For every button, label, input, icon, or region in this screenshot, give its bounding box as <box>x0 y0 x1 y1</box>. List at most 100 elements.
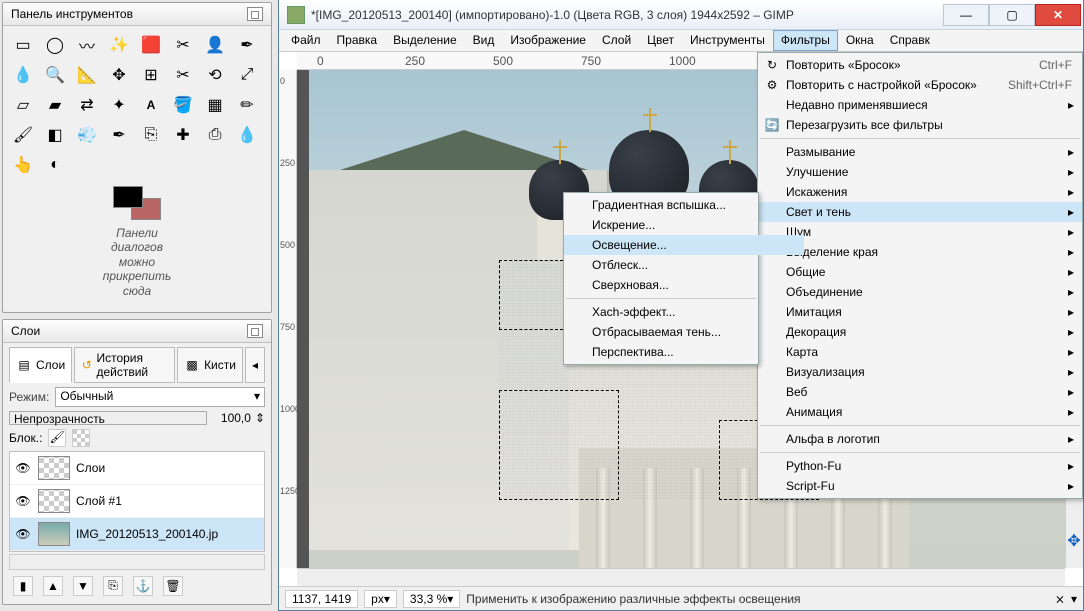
menu-file[interactable]: Файл <box>283 30 329 51</box>
mi-generic[interactable]: Общие▸ <box>758 262 1082 282</box>
mi-gradient-flare[interactable]: Градиентная вспышка... <box>564 195 758 215</box>
menu-image[interactable]: Изображение <box>502 30 594 51</box>
status-cancel-icon[interactable]: ⨯ <box>1055 592 1065 606</box>
mi-light-shadow[interactable]: Свет и тень▸ <box>758 202 1082 222</box>
tool-scissors[interactable]: ✂ <box>169 32 197 58</box>
mi-xach[interactable]: Xach-эффект... <box>564 302 804 322</box>
tool-by-color[interactable]: 🟥 <box>137 32 165 58</box>
mi-python-fu[interactable]: Python-Fu▸ <box>758 456 1082 476</box>
layer-up-button[interactable]: ▲ <box>43 576 63 596</box>
tool-perspective[interactable]: ▰ <box>41 92 69 118</box>
tool-flip[interactable]: ⇄ <box>73 92 101 118</box>
menu-help[interactable]: Справк <box>882 30 938 51</box>
tool-measure[interactable]: 📐 <box>73 62 101 88</box>
eye-icon[interactable]: 👁 <box>14 494 32 508</box>
tool-airbrush[interactable]: 💨 <box>73 122 101 148</box>
tool-scale[interactable]: ⤢ <box>233 62 261 88</box>
titlebar[interactable]: *[IMG_20120513_200140] (импортировано)-1… <box>279 0 1083 30</box>
detach-icon[interactable] <box>247 7 263 21</box>
tool-blur[interactable]: 💧 <box>233 122 261 148</box>
mi-drop-shadow[interactable]: Отбрасываемая тень... <box>564 322 804 342</box>
mi-supernova[interactable]: Сверхновая... <box>564 275 804 295</box>
mi-map[interactable]: Карта▸ <box>758 342 1082 362</box>
detach-icon[interactable] <box>247 324 263 338</box>
menu-windows[interactable]: Окна <box>838 30 882 51</box>
tool-heal[interactable]: ✚ <box>169 122 197 148</box>
opacity-spinner[interactable]: ⇕ <box>255 411 265 425</box>
eye-icon[interactable]: 👁 <box>14 461 32 475</box>
mi-lighting[interactable]: Освещение... <box>564 235 804 255</box>
tool-dodge[interactable]: ◐ <box>41 152 69 178</box>
menu-colors[interactable]: Цвет <box>639 30 682 51</box>
mi-sparkle[interactable]: Искрение... <box>564 215 804 235</box>
tab-menu[interactable]: ◂ <box>245 347 265 383</box>
tool-free-select[interactable]: 〰 <box>73 32 101 58</box>
mi-animation[interactable]: Анимация▸ <box>758 402 1082 422</box>
lock-pixels-icon[interactable]: 🖌 <box>48 429 66 447</box>
layer-hscroll[interactable] <box>9 554 265 570</box>
tool-paintbrush[interactable]: 🖌 <box>9 122 37 148</box>
mi-lens-flare[interactable]: Отблеск... <box>564 255 804 275</box>
ruler-vertical[interactable]: 0 250 500 750 1000 1250 <box>279 70 297 568</box>
mi-reset[interactable]: 🔄Перезагрузить все фильтры <box>758 115 1082 135</box>
mi-perspective-shadow[interactable]: Перспектива... <box>564 342 804 362</box>
horizontal-scrollbar[interactable] <box>297 568 1065 586</box>
nav-icon[interactable]: ✥ <box>1065 532 1083 550</box>
menu-view[interactable]: Вид <box>465 30 503 51</box>
menu-select[interactable]: Выделение <box>385 30 465 51</box>
tool-blend[interactable]: ▦ <box>201 92 229 118</box>
tool-ink[interactable]: ✒ <box>105 122 133 148</box>
layer-item[interactable]: 👁 Слои <box>10 452 264 485</box>
mi-recent[interactable]: Недавно применявшиеся▸ <box>758 95 1082 115</box>
tab-layers[interactable]: ▤Слои <box>9 347 72 383</box>
tool-paths[interactable]: ✒ <box>233 32 261 58</box>
layer-down-button[interactable]: ▼ <box>73 576 93 596</box>
status-zoom[interactable]: 33,3 % ▾ <box>403 590 460 608</box>
layer-duplicate-button[interactable]: ⎘ <box>103 576 123 596</box>
tool-eraser[interactable]: ◧ <box>41 122 69 148</box>
layer-item[interactable]: 👁 Слой #1 <box>10 485 264 518</box>
tool-cage[interactable]: ✦ <box>105 92 133 118</box>
close-button[interactable]: ✕ <box>1035 4 1081 26</box>
mi-script-fu[interactable]: Script-Fu▸ <box>758 476 1082 496</box>
tool-shear[interactable]: ▱ <box>9 92 37 118</box>
tool-smudge[interactable]: 👆 <box>9 152 37 178</box>
menu-layer[interactable]: Слой <box>594 30 639 51</box>
mi-enhance[interactable]: Улучшение▸ <box>758 162 1082 182</box>
status-unit[interactable]: px ▾ <box>364 590 397 608</box>
tool-fuzzy-select[interactable]: ✨ <box>105 32 133 58</box>
layer-item[interactable]: 👁 IMG_20120513_200140.jp <box>10 518 264 551</box>
menu-edit[interactable]: Правка <box>329 30 386 51</box>
mi-distort[interactable]: Искажения▸ <box>758 182 1082 202</box>
layer-anchor-button[interactable]: ⚓ <box>133 576 153 596</box>
mi-repeat[interactable]: ↻Повторить «Бросок»Ctrl+F <box>758 55 1082 75</box>
tool-ellipse-select[interactable]: ◯ <box>41 32 69 58</box>
tab-history[interactable]: ↺История действий <box>74 347 175 383</box>
mode-select[interactable]: Обычный ▾ <box>55 387 265 407</box>
tool-perspective-clone[interactable]: ⎙ <box>201 122 229 148</box>
layer-delete-button[interactable]: 🗑 <box>163 576 183 596</box>
mi-combine[interactable]: Объединение▸ <box>758 282 1082 302</box>
mi-web[interactable]: Веб▸ <box>758 382 1082 402</box>
mi-blur[interactable]: Размывание▸ <box>758 142 1082 162</box>
tool-crop[interactable]: ✂ <box>169 62 197 88</box>
minimize-button[interactable]: ― <box>943 4 989 26</box>
opacity-slider[interactable]: Непрозрачность <box>9 411 207 425</box>
tool-align[interactable]: ⊞ <box>137 62 165 88</box>
layer-new-button[interactable]: ▮ <box>13 576 33 596</box>
tool-text[interactable]: A <box>137 92 165 118</box>
tab-brushes[interactable]: ▩Кисти <box>177 347 243 383</box>
mi-alpha-logo[interactable]: Альфа в логотип▸ <box>758 429 1082 449</box>
menu-filters[interactable]: Фильтры <box>773 30 838 51</box>
tool-color-picker[interactable]: 💧 <box>9 62 37 88</box>
foreground-color[interactable] <box>113 186 143 208</box>
tool-move[interactable]: ✥ <box>105 62 133 88</box>
tool-rect-select[interactable]: ▭ <box>9 32 37 58</box>
lock-alpha-icon[interactable] <box>72 429 90 447</box>
mi-render[interactable]: Визуализация▸ <box>758 362 1082 382</box>
tool-zoom[interactable]: 🔍 <box>41 62 69 88</box>
tool-foreground[interactable]: 👤 <box>201 32 229 58</box>
mi-artistic[interactable]: Имитация▸ <box>758 302 1082 322</box>
eye-icon[interactable]: 👁 <box>14 527 32 541</box>
tool-pencil[interactable]: ✏ <box>233 92 261 118</box>
